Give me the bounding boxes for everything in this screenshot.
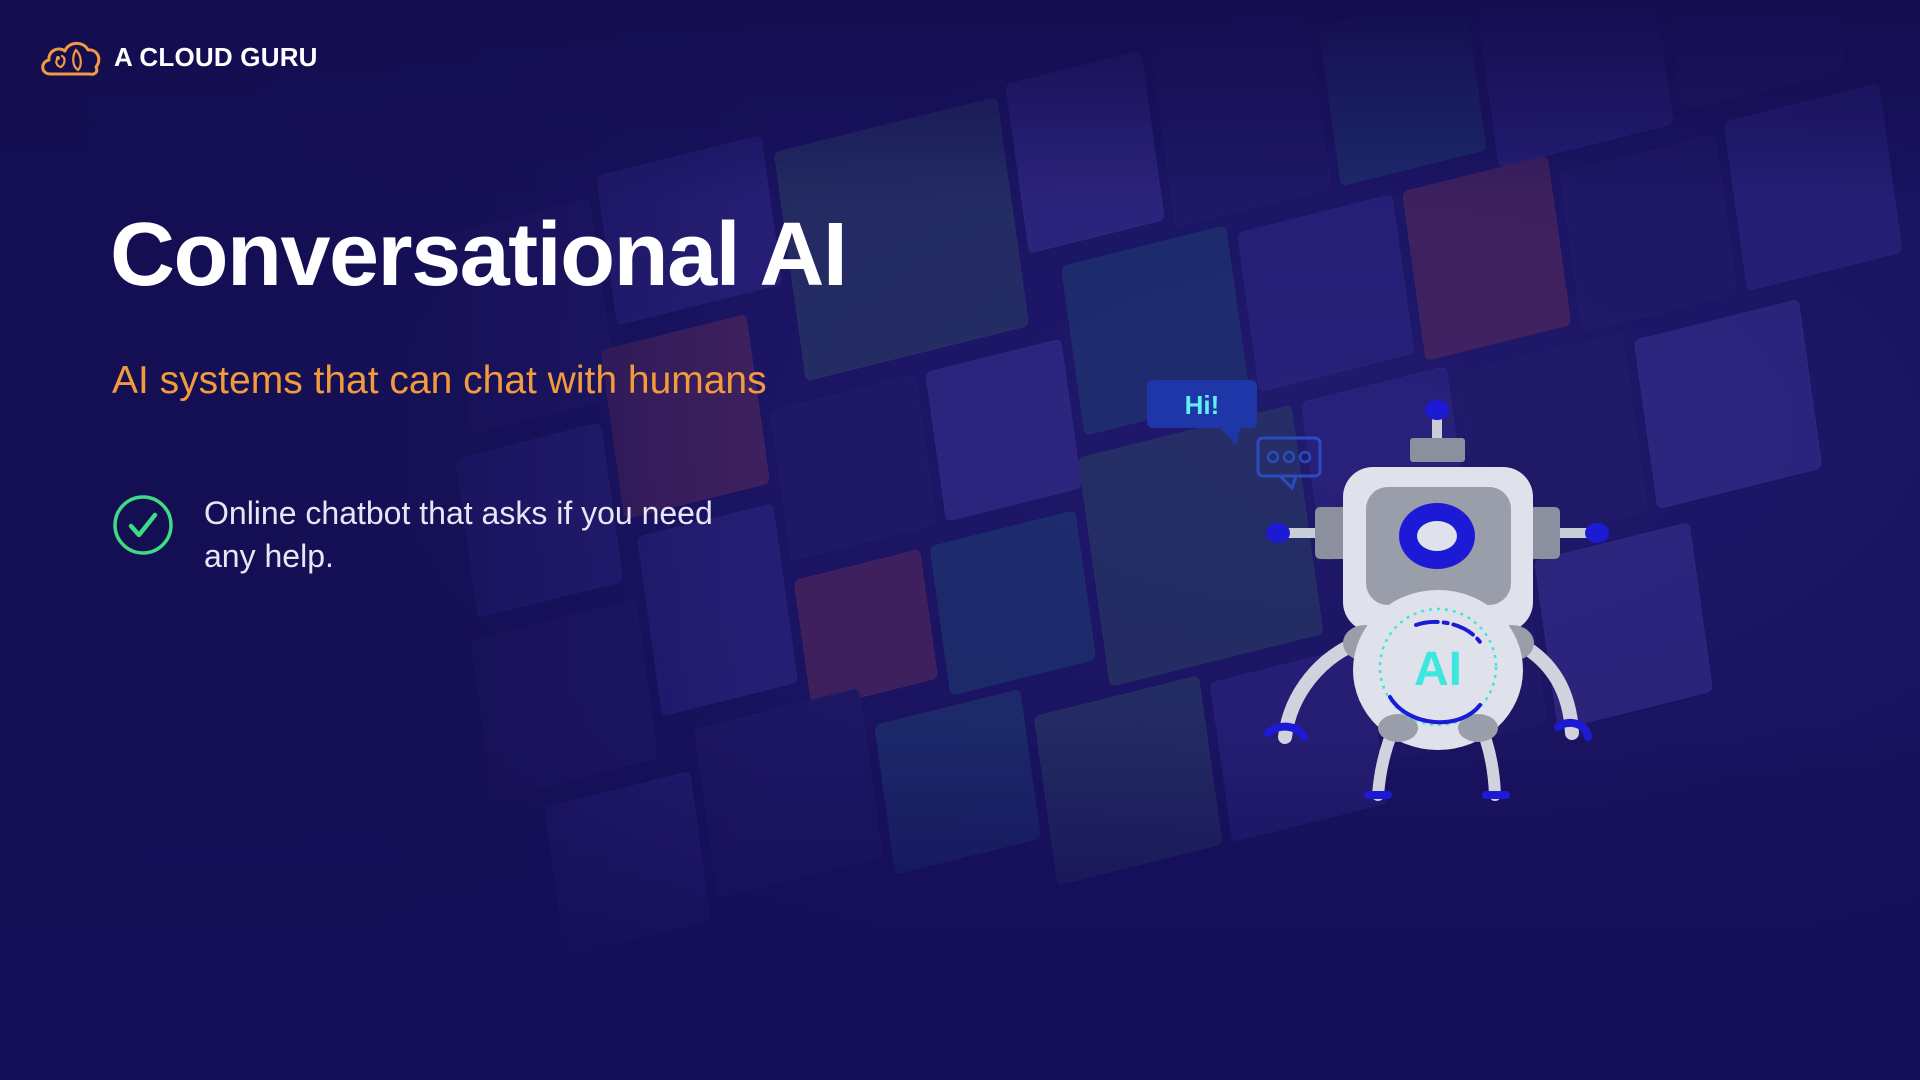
page-subtitle: AI systems that can chat with humans bbox=[112, 359, 767, 402]
cloud-logo-icon bbox=[41, 41, 101, 76]
robot-chest-label: AI bbox=[1414, 643, 1462, 696]
slide: A CLOUD GURU Conversational AI AI system… bbox=[0, 0, 1920, 1080]
typing-bubble-icon bbox=[1256, 436, 1322, 491]
robot-illustration: Hi! AI bbox=[1147, 380, 1609, 801]
bullet-text: Online chatbot that asks if you need any… bbox=[204, 495, 713, 574]
speech-bubble-text: Hi! bbox=[1185, 390, 1220, 420]
speech-bubble-icon: Hi! bbox=[1147, 380, 1257, 445]
check-circle-icon bbox=[113, 495, 173, 555]
brand-name: A CLOUD GURU bbox=[114, 41, 318, 72]
top-gradient-overlay bbox=[0, 0, 1920, 200]
bullet-item: Online chatbot that asks if you need any… bbox=[112, 492, 724, 578]
page-title: Conversational AI bbox=[110, 205, 848, 305]
brand-logo[interactable]: A CLOUD GURU bbox=[38, 36, 318, 78]
